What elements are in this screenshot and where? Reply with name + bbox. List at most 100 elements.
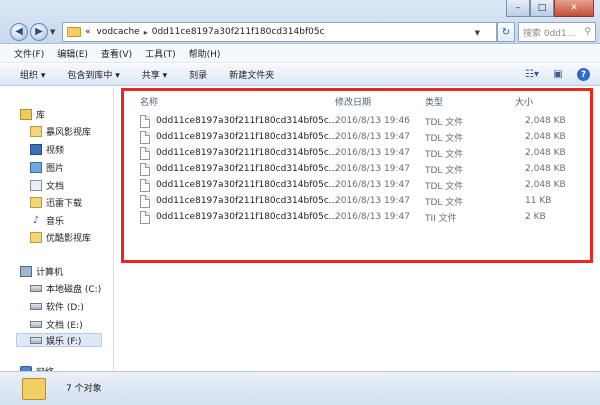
menu-view[interactable]: 查看(V): [101, 47, 132, 60]
new-folder-button[interactable]: 新建文件夹: [229, 68, 274, 81]
column-header-size[interactable]: 大小: [515, 95, 533, 108]
file-size: 2 KB: [525, 212, 546, 222]
column-header-date[interactable]: 修改日期: [335, 95, 371, 108]
arrow-left-icon: ◀: [15, 26, 23, 37]
search-placeholder: 搜索 0dd1...: [523, 28, 576, 39]
share-button[interactable]: 共享 ▾: [142, 68, 167, 81]
file-icon: [140, 130, 150, 144]
table-row[interactable]: 0dd11ce8197a30f211f180cd314bf05c... 2016…: [140, 209, 580, 225]
file-name: 0dd11ce8197a30f211f180cd314bf05c...: [156, 180, 338, 190]
arrow-right-icon: ▶: [35, 26, 43, 37]
sidebar-item-label: 娱乐 (F:): [46, 336, 82, 347]
table-row[interactable]: 0dd11ce8197a30f211f180cd314bf05c... 2016…: [140, 145, 580, 161]
close-button[interactable]: ✕: [554, 0, 594, 17]
file-size: 2,048 KB: [525, 132, 566, 142]
sidebar-item-label: 音乐: [46, 216, 65, 227]
include-in-library-button[interactable]: 包含到库中 ▾: [67, 68, 119, 81]
file-date: 2016/8/13 19:47: [335, 148, 410, 158]
file-name: 0dd11ce8197a30f211f180cd314bf05c...: [156, 196, 338, 206]
refresh-icon: ↻: [501, 26, 511, 38]
breadcrumb-current-folder[interactable]: 0dd11ce8197a30f211f180cd314bf05c: [152, 27, 325, 37]
organize-button[interactable]: 组织 ▾: [20, 68, 45, 81]
sidebar-item-label: 迅雷下载: [46, 198, 83, 209]
sidebar-item-documents[interactable]: 文档: [30, 178, 64, 192]
sidebar-item-label: 文档: [46, 181, 65, 192]
sidebar-item-label: 软件 (D:): [46, 302, 84, 313]
toolbar-right-group: ☷▾ ▣ ?: [525, 68, 590, 81]
breadcrumb-vodcache[interactable]: vodcache: [97, 27, 140, 37]
sidebar-item-xunlei[interactable]: 迅雷下载: [30, 195, 82, 209]
address-dropdown-chevron-icon[interactable]: ▼: [475, 29, 480, 37]
menu-tools[interactable]: 工具(T): [145, 47, 176, 60]
hard-drive-icon: [30, 320, 42, 328]
back-button[interactable]: ◀: [10, 23, 28, 41]
sidebar-item-baofeng[interactable]: 暴风影视库: [30, 124, 91, 138]
file-date: 2016/8/13 19:47: [335, 164, 410, 174]
sidebar-item-label: 库: [36, 110, 46, 121]
view-options-icon[interactable]: ☷▾: [525, 68, 539, 81]
sidebar-item-label: 本地磁盘 (C:): [46, 284, 102, 295]
video-icon: [30, 143, 42, 155]
file-size: 2,048 KB: [525, 180, 566, 190]
music-note-icon: ♪: [32, 214, 40, 226]
table-row[interactable]: 0dd11ce8197a30f211f180cd314bf05c... 2016…: [140, 161, 580, 177]
sidebar-item-library[interactable]: 库: [20, 107, 45, 121]
menu-bar: 文件(F) 编辑(E) 查看(V) 工具(T) 帮助(H): [0, 45, 600, 63]
file-type: TDL 文件: [425, 181, 464, 192]
file-icon: [140, 178, 150, 192]
file-name: 0dd11ce8197a30f211f180cd314bf05c...: [156, 164, 338, 174]
file-icon: [140, 162, 150, 176]
file-size: 11 KB: [525, 196, 552, 206]
folder-icon: [30, 125, 42, 137]
file-date: 2016/8/13 19:46: [335, 116, 410, 126]
burn-button[interactable]: 刻录: [189, 68, 207, 81]
folder-icon: [67, 27, 81, 37]
sidebar-item-pictures[interactable]: 图片: [30, 160, 64, 174]
status-bar: 7 个对象: [0, 371, 600, 405]
sidebar-item-drive-e[interactable]: 文档 (E:): [30, 317, 83, 331]
address-bar[interactable]: « vodcache ▸ 0dd11ce8197a30f211f180cd314…: [62, 22, 497, 42]
file-type: TDL 文件: [425, 149, 464, 160]
sidebar-item-drive-d[interactable]: 软件 (D:): [30, 299, 84, 313]
window-controls: – □ ✕: [506, 0, 594, 17]
table-row[interactable]: 0dd11ce8197a30f211f180cd314bf05c... 2016…: [140, 193, 580, 209]
refresh-button[interactable]: ↻: [497, 22, 515, 42]
minimize-button[interactable]: –: [506, 0, 530, 17]
sidebar-item-label: 视频: [46, 145, 65, 156]
address-prefix[interactable]: «: [85, 27, 91, 37]
menu-file[interactable]: 文件(F): [14, 47, 44, 60]
sidebar-item-music[interactable]: ♪ 音乐: [30, 213, 64, 227]
sidebar-item-youku[interactable]: 优酷影视库: [30, 230, 91, 244]
title-bar: – □ ✕ ◀ ▶ ▼ « vodcache ▸ 0dd11ce8197a30f…: [0, 0, 600, 44]
help-icon[interactable]: ?: [577, 68, 590, 81]
table-row[interactable]: 0dd11ce8197a30f211f180cd314bf05c... 2016…: [140, 113, 580, 129]
search-input[interactable]: 搜索 0dd1... ⚲: [518, 22, 596, 42]
column-header-name[interactable]: 名称: [140, 95, 158, 108]
sidebar-item-computer[interactable]: 计算机: [20, 264, 63, 278]
folder-icon: [22, 378, 46, 400]
hard-drive-icon: [30, 284, 42, 292]
sidebar-item-videos[interactable]: 视频: [30, 142, 64, 156]
file-type: TII 文件: [425, 213, 457, 224]
file-name: 0dd11ce8197a30f211f180cd314bf05c...: [156, 212, 338, 222]
menu-help[interactable]: 帮助(H): [189, 47, 221, 60]
file-type: TDL 文件: [425, 197, 464, 208]
forward-button[interactable]: ▶: [30, 23, 48, 41]
sidebar-item-label: 计算机: [36, 267, 64, 278]
menu-edit[interactable]: 编辑(E): [57, 47, 88, 60]
table-row[interactable]: 0dd11ce8197a30f211f180cd314bf05c... 2016…: [140, 129, 580, 145]
file-type: TDL 文件: [425, 117, 464, 128]
maximize-button[interactable]: □: [530, 0, 554, 17]
breadcrumb-separator-icon[interactable]: ▸: [144, 28, 148, 37]
preview-pane-icon[interactable]: ▣: [551, 68, 565, 81]
picture-icon: [30, 161, 42, 173]
sidebar-item-network[interactable]: 网络: [20, 364, 54, 371]
file-icon: [140, 114, 150, 128]
sidebar-item-drive-c[interactable]: 本地磁盘 (C:): [30, 281, 101, 295]
recent-pages-chevron-icon[interactable]: ▼: [50, 28, 55, 36]
table-row[interactable]: 0dd11ce8197a30f211f180cd314bf05c... 2016…: [140, 177, 580, 193]
sidebar-item-drive-f[interactable]: 娱乐 (F:): [16, 333, 103, 347]
column-header-type[interactable]: 类型: [425, 95, 443, 108]
file-size: 2,048 KB: [525, 116, 566, 126]
navigation-pane: 库 暴风影视库 视频 图片 文档 迅雷下载 ♪ 音乐 优酷影视库 计算机 本地磁…: [0, 87, 114, 371]
